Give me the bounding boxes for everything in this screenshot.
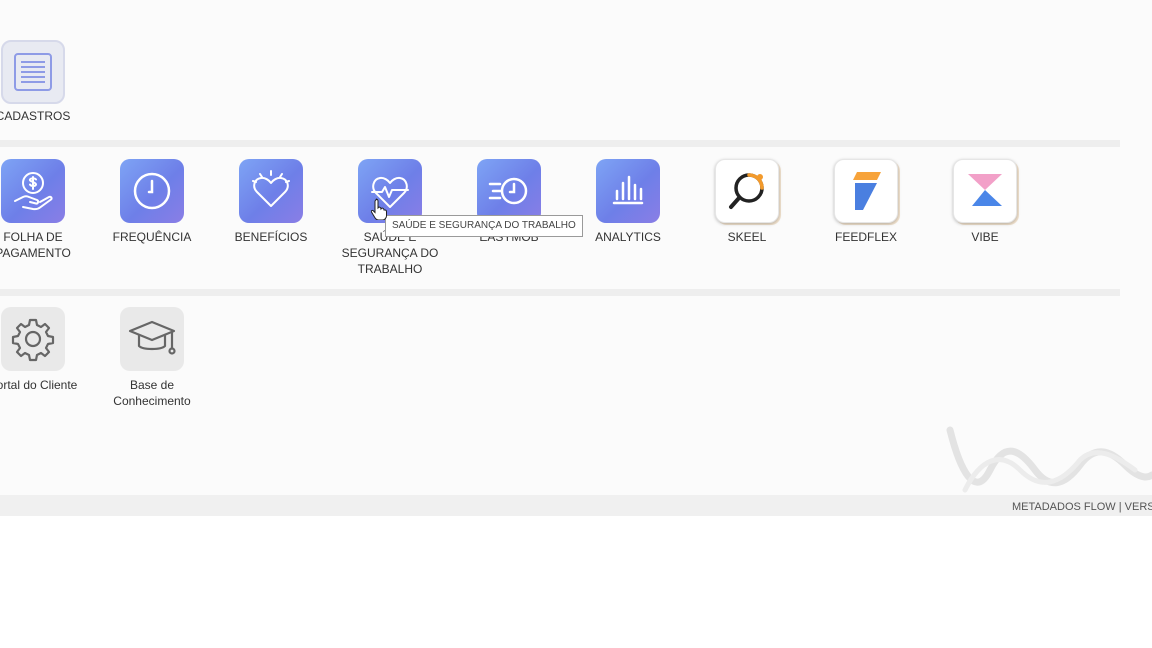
app-tile-label: SKEEL	[727, 230, 767, 244]
footer-bar	[0, 495, 1152, 516]
app-tile-frequencia[interactable]: FREQUÊNCIA	[97, 159, 207, 245]
graduation-cap-icon	[120, 307, 184, 371]
app-tile-label: Base de Conhecimento	[113, 378, 191, 408]
app-tile-label: CADASTROS	[0, 109, 71, 123]
tooltip: SAÚDE E SEGURANÇA DO TRABALHO	[385, 215, 583, 237]
app-tile-portal-do-cliente[interactable]: Portal do Cliente	[0, 307, 88, 393]
app-tile-label: ANALYTICS	[595, 230, 661, 244]
app-tile-cadastros[interactable]: CADASTROS	[0, 40, 88, 124]
app-tile-folha-de-pagamento[interactable]: FOLHA DE PAGAMENTO	[0, 159, 88, 261]
document-list-icon	[1, 40, 65, 104]
app-tile-label: BENEFÍCIOS	[234, 230, 308, 244]
app-tile-feedflex[interactable]: FEEDFLEX	[811, 159, 921, 245]
app-tile-beneficios[interactable]: BENEFÍCIOS	[216, 159, 326, 245]
feedflex-logo-icon	[834, 159, 898, 223]
footer-version-text: METADADOS FLOW | VERSÃO	[1012, 501, 1152, 513]
fast-clock-icon	[477, 159, 541, 223]
app-tile-label: Portal do Cliente	[0, 378, 78, 392]
vibe-logo-icon	[953, 159, 1017, 223]
app-tile-label: FEEDFLEX	[834, 230, 897, 244]
hand-coin-icon	[1, 159, 65, 223]
skeel-logo-icon	[715, 159, 779, 223]
heart-pulse-icon	[358, 159, 422, 223]
app-tile-base-de-conhecimento[interactable]: Base de Conhecimento	[97, 307, 207, 409]
heart-icon	[239, 159, 303, 223]
app-tile-label: FOLHA DE PAGAMENTO	[0, 230, 71, 260]
app-tile-label: FREQUÊNCIA	[112, 230, 192, 244]
app-tile-analytics[interactable]: ANALYTICS	[573, 159, 683, 245]
app-tile-skeel[interactable]: SKEEL	[692, 159, 802, 245]
section-divider	[0, 140, 1120, 147]
decorative-wave-graphic	[946, 426, 1152, 493]
clock-icon	[120, 159, 184, 223]
bar-chart-icon	[596, 159, 660, 223]
gear-icon	[1, 307, 65, 371]
app-tile-label: VIBE	[971, 230, 999, 244]
app-tile-vibe[interactable]: VIBE	[930, 159, 1040, 245]
hand-cursor-icon	[371, 198, 387, 220]
section-divider	[0, 289, 1120, 296]
